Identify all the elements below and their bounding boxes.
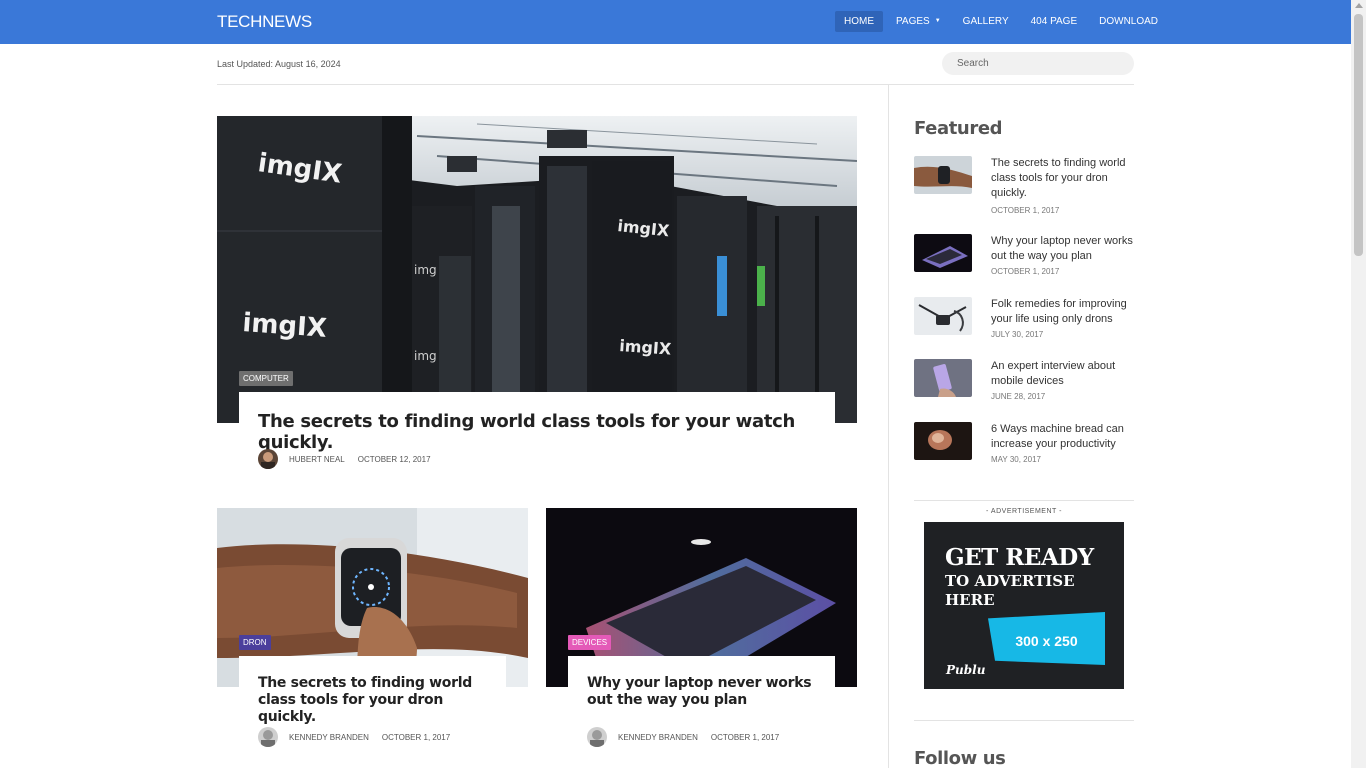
article-card-laptop: Why your laptop never works out the way … — [568, 656, 835, 756]
author-name[interactable]: KENNEDY BRANDEN — [618, 733, 698, 742]
article-date: OCTOBER 1, 2017 — [381, 732, 451, 742]
featured-date: OCTOBER 1, 2017 — [991, 206, 1060, 215]
featured-thumbnail[interactable] — [914, 359, 972, 397]
featured-heading: Featured — [914, 118, 1003, 139]
bread-thumb-image — [914, 422, 972, 460]
article-meta-watch: KENNEDY BRANDEN OCTOBER 1, 2017 — [258, 727, 450, 747]
featured-title[interactable]: The secrets to finding world class tools… — [991, 156, 1136, 201]
author-avatar[interactable] — [258, 449, 278, 469]
imgix-logo-6: img — [414, 349, 437, 363]
hero-image[interactable]: imgIX imgIX img img imgIX imgIX COMPUTER — [217, 116, 857, 423]
sidebar-divider — [914, 720, 1134, 721]
author-avatar[interactable] — [587, 727, 607, 747]
author-name[interactable]: KENNEDY BRANDEN — [289, 733, 369, 742]
scrollbar-thumb[interactable] — [1354, 14, 1363, 256]
page-scrollbar[interactable] — [1351, 0, 1366, 768]
featured-title[interactable]: An expert interview about mobile devices — [991, 359, 1136, 389]
hero-article-card: The secrets to finding world class tools… — [239, 392, 835, 477]
advertisement-banner[interactable]: GET READY TO ADVERTISE HERE 300 x 250 Pu… — [924, 522, 1124, 689]
imgix-logo-4: imgIX — [619, 336, 673, 359]
phone-thumb-image — [914, 359, 972, 397]
category-tag-computer[interactable]: COMPUTER — [239, 371, 293, 386]
nav-download-label: DOWNLOAD — [1099, 16, 1159, 27]
search-input[interactable] — [942, 52, 1134, 75]
featured-title[interactable]: Folk remedies for improving your life us… — [991, 297, 1136, 327]
drone-thumb-image — [914, 297, 972, 335]
ad-logo: Publu — [946, 663, 986, 677]
nav-pages-label: PAGES — [896, 16, 930, 27]
scroll-up-arrow-icon[interactable] — [1355, 3, 1363, 8]
laptop-thumb-image — [914, 234, 972, 272]
nav-pages[interactable]: PAGES ▼ — [887, 11, 950, 32]
category-tag-dron[interactable]: DRON — [239, 635, 271, 650]
author-name[interactable]: HUBERT NEAL — [289, 455, 345, 464]
server-room-illustration: imgIX imgIX img img imgIX imgIX — [217, 116, 857, 423]
featured-thumbnail[interactable] — [914, 297, 972, 335]
main-nav: HOME PAGES ▼ GALLERY 404 PAGE DOWNLOAD — [835, 11, 1171, 32]
featured-date: JUNE 28, 2017 — [991, 392, 1046, 401]
ad-headline: GET READY — [945, 544, 1094, 571]
chevron-down-icon: ▼ — [934, 18, 941, 24]
imgix-logo-2: imgIX — [242, 308, 328, 344]
nav-gallery-label: GALLERY — [962, 16, 1009, 27]
advertisement-label: - ADVERTISEMENT - — [986, 508, 1062, 515]
person-icon — [258, 727, 278, 747]
sub-header: Last Updated: August 16, 2024 — [217, 44, 1134, 85]
column-divider — [888, 85, 889, 768]
watch-thumb-image — [914, 156, 972, 194]
article-date: OCTOBER 12, 2017 — [357, 454, 431, 464]
article-card-watch: The secrets to finding world class tools… — [239, 656, 506, 756]
hero-article-meta: HUBERT NEAL OCTOBER 12, 2017 — [258, 449, 431, 469]
person-icon — [258, 449, 278, 469]
nav-home[interactable]: HOME — [835, 11, 883, 32]
imgix-logo-5: img — [414, 263, 437, 277]
follow-us-heading: Follow us — [914, 748, 1006, 769]
featured-title[interactable]: Why your laptop never works out the way … — [991, 234, 1136, 264]
article-title-watch[interactable]: The secrets to finding world class tools… — [258, 675, 498, 726]
article-date: OCTOBER 1, 2017 — [710, 732, 780, 742]
site-logo[interactable]: TECHNEWS — [217, 12, 312, 32]
category-tag-devices[interactable]: DEVICES — [568, 635, 612, 650]
featured-date: JULY 30, 2017 — [991, 330, 1044, 339]
article-meta-laptop: KENNEDY BRANDEN OCTOBER 1, 2017 — [587, 727, 779, 747]
featured-title[interactable]: 6 Ways machine bread can increase your p… — [991, 422, 1136, 452]
person-icon — [587, 727, 607, 747]
ad-subline-2: HERE — [945, 591, 995, 609]
nav-404-label: 404 PAGE — [1030, 16, 1078, 27]
nav-download[interactable]: DOWNLOAD — [1090, 11, 1167, 32]
nav-home-label: HOME — [844, 16, 874, 27]
featured-date: OCTOBER 1, 2017 — [991, 267, 1060, 276]
top-navbar: TECHNEWS HOME PAGES ▼ GALLERY 404 PAGE DO… — [0, 0, 1366, 44]
featured-thumbnail[interactable] — [914, 422, 972, 460]
author-avatar[interactable] — [258, 727, 278, 747]
ad-size-badge: 300 x 250 — [988, 612, 1105, 665]
sidebar-divider — [914, 500, 1134, 501]
hero-article-title[interactable]: The secrets to finding world class tools… — [258, 411, 828, 453]
last-updated-text: Last Updated: August 16, 2024 — [217, 59, 341, 69]
featured-thumbnail[interactable] — [914, 234, 972, 272]
nav-gallery[interactable]: GALLERY — [954, 11, 1018, 32]
featured-thumbnail[interactable] — [914, 156, 972, 194]
article-title-laptop[interactable]: Why your laptop never works out the way … — [587, 675, 827, 709]
nav-404-page[interactable]: 404 PAGE — [1022, 11, 1087, 32]
featured-date: MAY 30, 2017 — [991, 455, 1041, 464]
ad-subline-1: TO ADVERTISE — [945, 572, 1075, 590]
